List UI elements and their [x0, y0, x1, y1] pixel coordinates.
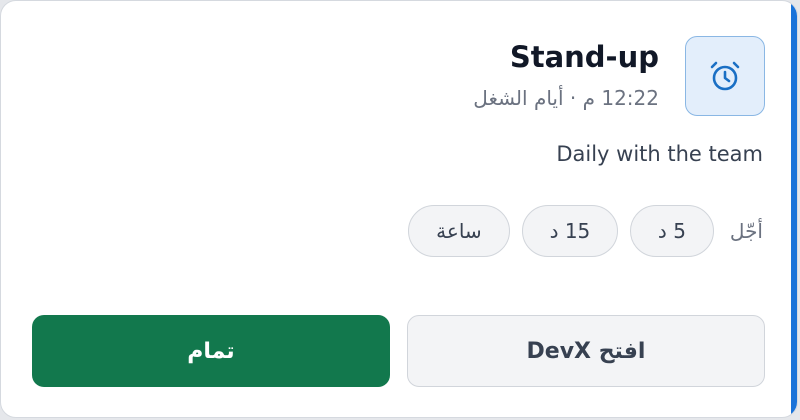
notification-description: Daily with the team — [556, 142, 763, 166]
snooze-label: أجّل — [729, 219, 763, 243]
open-app-button[interactable]: افتح DevX — [407, 315, 765, 387]
notification-header: Stand-up 12:22 م · أيام الشغل — [473, 37, 659, 111]
notification-card: Stand-up 12:22 م · أيام الشغل Daily with… — [0, 0, 798, 418]
snooze-5-min-button[interactable]: 5 د — [629, 205, 714, 257]
done-button[interactable]: تمام — [32, 315, 390, 387]
notification-time: 12:22 م · أيام الشغل — [473, 86, 659, 110]
snooze-15-min-button[interactable]: 15 د — [521, 205, 618, 257]
snooze-options: أجّل 5 د 15 د ساعة — [396, 205, 763, 257]
snooze-1-hour-button[interactable]: ساعة — [407, 205, 510, 257]
alarm-clock-icon — [685, 36, 765, 116]
notification-title: Stand-up — [509, 40, 659, 74]
accent-bar — [791, 1, 797, 417]
